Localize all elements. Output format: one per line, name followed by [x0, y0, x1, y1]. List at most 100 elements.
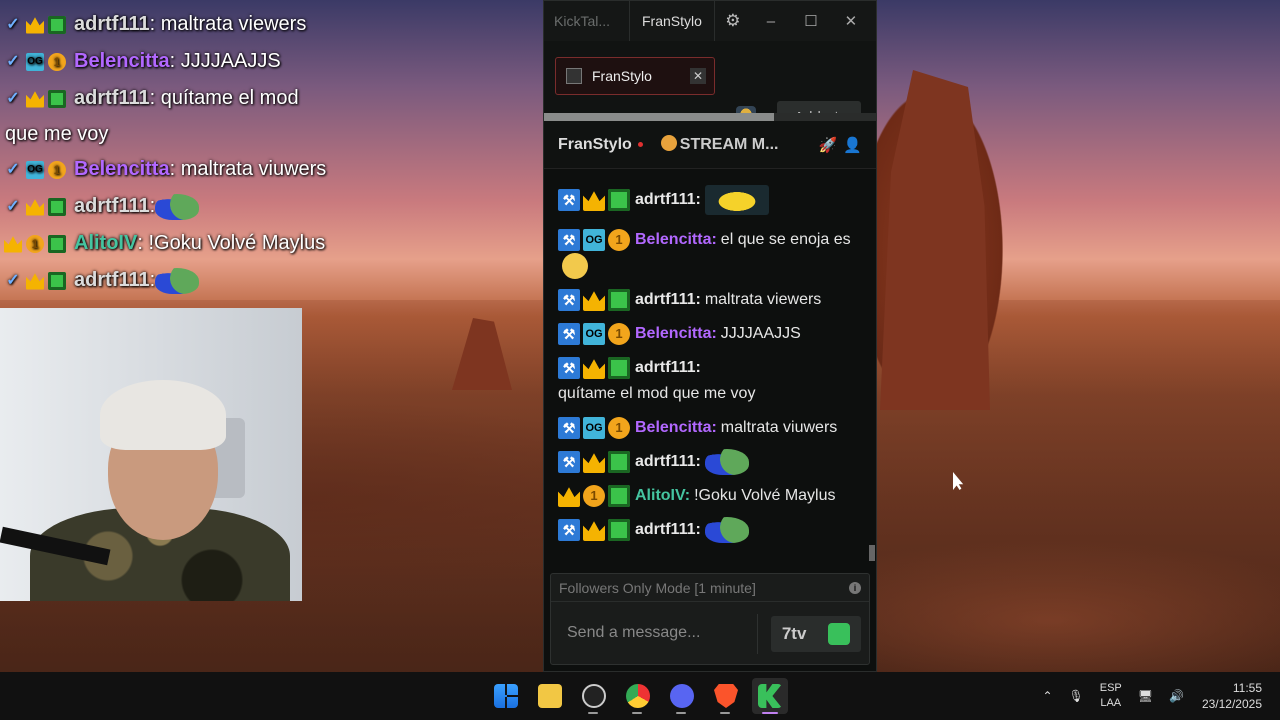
one-badge-icon[interactable]: 1 — [608, 323, 630, 345]
mod-badge-icon[interactable]: ⚒ — [558, 289, 580, 311]
chrome-icon[interactable] — [620, 678, 656, 714]
crown-badge-icon[interactable] — [583, 359, 605, 379]
one-badge-icon[interactable]: 1 — [608, 229, 630, 251]
title-username[interactable]: FranStylo — [629, 1, 715, 41]
discord-icon[interactable] — [664, 678, 700, 714]
message-username[interactable]: adrtf111: — [635, 187, 701, 213]
one-icon: 1 — [26, 234, 44, 253]
chat-message[interactable]: ⚒ adrtf111: quítame el mod que me voy — [558, 355, 862, 407]
chat-message[interactable]: ⚒ adrtf111: — [558, 517, 862, 543]
7tv-icon[interactable]: 7tv — [782, 624, 807, 644]
overlay-row-cont: que me voy — [4, 117, 344, 151]
chat-message[interactable]: ⚒ OG 1 Belencitta: maltrata viuwers — [558, 415, 862, 441]
gear-icon[interactable]: ⚙ — [715, 11, 751, 31]
chat-messages[interactable]: ⚒ adrtf111: ⚒ OG 1 Belencitta: el que se enoja… — [544, 169, 876, 567]
wow-emote-icon[interactable] — [562, 253, 588, 279]
one-badge-icon[interactable]: 1 — [583, 485, 605, 507]
creep-badge-icon[interactable] — [608, 189, 630, 211]
info-icon[interactable]: i — [849, 581, 861, 594]
mod-badge-icon[interactable]: ⚒ — [558, 519, 580, 541]
overlay-user: adrtf111 — [74, 13, 150, 35]
overlay-row: ✓ OG 1 Belencitta: JJJJAAJJS — [4, 43, 344, 80]
chat-message[interactable]: ⚒ adrtf111: maltrata viewers — [558, 287, 862, 313]
mod-badge-icon[interactable]: ⚒ — [558, 357, 580, 379]
creep-badge-icon[interactable] — [608, 289, 630, 311]
creep-badge-icon[interactable] — [608, 357, 630, 379]
tabs-scrollbar[interactable] — [544, 113, 876, 121]
volume-icon[interactable]: 🔊 — [1169, 689, 1184, 703]
chat-message[interactable]: ⚒ adrtf111: — [558, 449, 862, 475]
crown-badge-icon[interactable] — [583, 191, 605, 211]
chevron-up-icon[interactable]: ⌃ — [1042, 689, 1052, 703]
microphone-icon[interactable]: 🎙 — [1069, 689, 1084, 703]
message-username[interactable]: Belencitta: — [635, 321, 717, 347]
creep-badge-icon[interactable] — [608, 485, 630, 507]
chat-scrollbar[interactable] — [869, 545, 875, 561]
message-username[interactable]: Belencitta: — [635, 415, 717, 441]
overlay-text: que me voy — [5, 122, 109, 145]
tabs-scrollbar-thumb[interactable] — [544, 113, 774, 121]
one-icon: 1 — [48, 160, 66, 179]
creep-badge-icon[interactable] — [608, 519, 630, 541]
kicktalk-icon[interactable] — [752, 678, 788, 714]
message-username[interactable]: adrtf111: — [635, 449, 701, 475]
pepe-emote-icon[interactable] — [704, 449, 749, 475]
mod-badge-icon[interactable]: ⚒ — [558, 229, 580, 251]
message-input[interactable]: Send a message... — [567, 624, 700, 642]
one-badge-icon[interactable]: 1 — [608, 417, 630, 439]
mod-icon: ✓ — [6, 271, 20, 289]
message-text: maltrata viuwers — [720, 419, 838, 436]
file-explorer-icon[interactable] — [532, 678, 568, 714]
mod-badge-icon[interactable]: ⚒ — [558, 323, 580, 345]
language-indicator[interactable]: ESP LAA — [1100, 681, 1122, 711]
divider — [757, 614, 758, 654]
windows-start-icon[interactable] — [488, 678, 524, 714]
message-username[interactable]: Belencitta: — [635, 227, 717, 253]
pikachu-emote-icon[interactable] — [704, 185, 769, 215]
mod-badge-icon[interactable]: ⚒ — [558, 451, 580, 473]
chat-message[interactable]: ⚒ OG 1 Belencitta: JJJJAAJJS — [558, 321, 862, 347]
crown-badge-icon[interactable] — [583, 453, 605, 473]
maximize-button[interactable]: ☐ — [791, 12, 831, 30]
rocket-icon[interactable]: 🚀 — [819, 136, 838, 154]
creeper-icon — [48, 15, 66, 34]
mod-badge-icon[interactable]: ⚒ — [558, 189, 580, 211]
creep-badge-icon[interactable] — [608, 451, 630, 473]
message-username[interactable]: adrtf111: — [635, 355, 701, 381]
message-username[interactable]: AlitoIV: — [635, 483, 690, 509]
channel-avatar-icon — [566, 68, 582, 84]
obs-icon[interactable] — [576, 678, 612, 714]
chat-message[interactable]: 1 AlitoIV: !Goku Volvé Maylus — [558, 483, 862, 509]
running-indicator — [720, 712, 730, 714]
running-indicator — [676, 712, 686, 714]
chat-message[interactable]: ⚒ OG 1 Belencitta: el que se enoja es — [558, 227, 862, 279]
mod-icon: ✓ — [6, 89, 20, 107]
kick-emote-icon[interactable] — [828, 623, 851, 645]
brave-icon[interactable] — [708, 678, 744, 714]
close-button[interactable]: ✕ — [831, 12, 871, 30]
creeper-icon — [48, 197, 66, 216]
crown-badge-icon[interactable] — [558, 487, 580, 507]
network-icon[interactable]: 🖥 — [1138, 689, 1153, 703]
message-username[interactable]: adrtf111: — [635, 517, 701, 543]
crown-badge-icon[interactable] — [583, 521, 605, 541]
clock[interactable]: 11:55 23/12/2025 — [1202, 680, 1262, 712]
followers-mode-bar: Followers Only Mode [1 minute] i — [551, 574, 869, 602]
pepe-emote-icon[interactable] — [704, 517, 749, 543]
og-badge-icon[interactable]: OG — [583, 417, 605, 439]
tab-franstylo[interactable]: FranStylo ✕ — [555, 57, 715, 95]
title-bar: KickTal... FranStylo ⚙ – ☐ ✕ — [544, 1, 876, 41]
og-badge-icon[interactable]: OG — [583, 229, 605, 251]
crown-badge-icon[interactable] — [583, 291, 605, 311]
chat-message[interactable]: ⚒ adrtf111: — [558, 185, 862, 215]
mod-badge-icon[interactable]: ⚒ — [558, 417, 580, 439]
close-tab-icon[interactable]: ✕ — [690, 68, 706, 84]
clock-time: 11:55 — [1232, 681, 1262, 695]
taskbar-apps — [488, 672, 788, 720]
message-username[interactable]: adrtf111: — [635, 287, 701, 313]
chat-channel-name[interactable]: FranStylo — [558, 136, 632, 154]
user-icon[interactable]: 👤 — [843, 136, 862, 154]
minimize-button[interactable]: – — [751, 13, 791, 30]
og-badge-icon[interactable]: OG — [583, 323, 605, 345]
creeper-icon — [48, 89, 66, 108]
